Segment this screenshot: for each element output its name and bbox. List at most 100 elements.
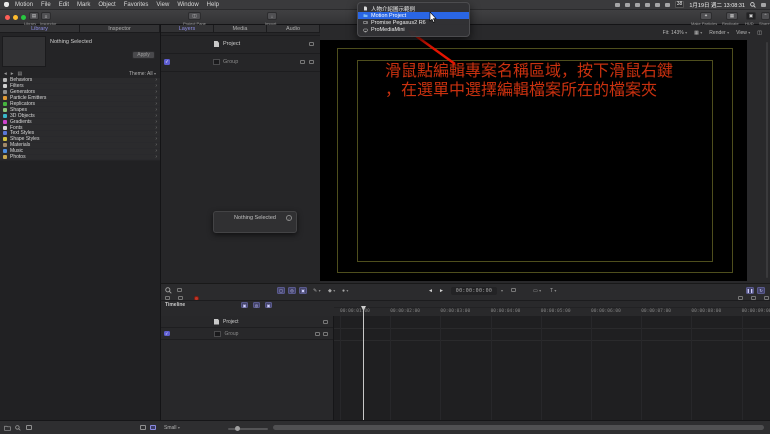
camera-column-icon[interactable] xyxy=(323,320,328,324)
zoom-window-button[interactable] xyxy=(21,15,26,20)
menu-item[interactable]: View xyxy=(156,2,169,8)
keyboard-icon[interactable] xyxy=(665,3,670,7)
menu-item[interactable]: File xyxy=(41,2,51,8)
menu-item[interactable]: Window xyxy=(177,2,198,8)
text-tool-dropdown[interactable]: T ▾ xyxy=(550,288,556,294)
camera-column-icon[interactable] xyxy=(309,42,314,46)
layers-project-row[interactable]: Project xyxy=(161,36,321,53)
show-video-tracks-icon[interactable]: ▣ xyxy=(241,302,248,308)
project-duration-icon[interactable] xyxy=(511,288,516,292)
close-window-button[interactable] xyxy=(5,15,10,20)
window-split-icon[interactable]: ◫ xyxy=(757,30,762,36)
show-audio-tracks-icon[interactable]: ◎ xyxy=(253,302,260,308)
icon-size-slider-track[interactable] xyxy=(228,428,268,430)
apply-button[interactable]: Apply xyxy=(132,51,155,59)
eject-icon[interactable] xyxy=(625,3,630,7)
flag-column-icon[interactable] xyxy=(315,332,320,336)
icon-view-toggle-icon[interactable] xyxy=(150,425,156,430)
zoom-tool-icon[interactable] xyxy=(165,287,172,294)
timecode-dropdown-caret[interactable]: ▾ xyxy=(501,288,503,294)
loop-playback-icon[interactable]: ↻ xyxy=(757,287,765,294)
search-icon[interactable] xyxy=(15,425,21,431)
library-category-row[interactable]: Photos › xyxy=(0,155,160,161)
timeline-project-row[interactable]: Project xyxy=(161,316,334,328)
tab-audio[interactable]: Audio xyxy=(267,25,320,32)
hud-button[interactable]: ▣ xyxy=(746,12,756,20)
minimize-window-button[interactable] xyxy=(13,15,18,20)
icon-size-slider-knob[interactable] xyxy=(235,426,240,431)
menu-bar-clock[interactable]: 1月19日 週二 13:08:31 xyxy=(689,1,745,9)
path-menu-item-file[interactable]: 人物介紹圖示範例 xyxy=(358,5,469,12)
menu-item[interactable]: Favorites xyxy=(124,2,149,8)
project-pane-button[interactable]: ◫ xyxy=(188,12,201,20)
menu-item[interactable]: Motion xyxy=(15,2,33,8)
playhead-line[interactable] xyxy=(363,306,364,420)
mirroring-icon[interactable] xyxy=(615,3,620,7)
display-icon[interactable] xyxy=(655,3,660,7)
list-view-icon[interactable]: ▤ xyxy=(18,71,23,77)
back-icon[interactable]: ◂ xyxy=(4,71,7,77)
apple-menu-icon[interactable] xyxy=(4,2,9,7)
tab-media[interactable]: Media xyxy=(214,25,267,32)
notification-center-icon[interactable] xyxy=(761,3,766,7)
tab-layers[interactable]: Layers xyxy=(161,25,214,32)
timeline-track-area[interactable] xyxy=(333,316,770,420)
forward-icon[interactable]: ▸ xyxy=(11,71,14,77)
group-activation-checkbox[interactable]: ✓ xyxy=(164,331,170,337)
list-view-toggle-icon[interactable] xyxy=(140,425,146,430)
channels-dropdown[interactable]: ▦ ▾ xyxy=(694,30,702,36)
path-menu-item-drive[interactable]: Promise Pegasus2 R6 xyxy=(358,19,469,26)
preview-toggle-icon[interactable] xyxy=(26,425,32,430)
import-button[interactable]: ↓ xyxy=(267,12,277,20)
render-dropdown[interactable]: Render ▾ xyxy=(709,30,729,36)
drop-shadow-tool[interactable]: ▣ xyxy=(299,287,307,294)
timeline-group-row[interactable]: ✓ Group xyxy=(161,328,334,340)
zoom-level-dropdown[interactable]: Fit: 143% ▾ xyxy=(663,30,688,36)
menu-item[interactable]: Help xyxy=(207,2,219,8)
replicate-button[interactable]: ▦ xyxy=(726,12,738,20)
rectangle-tool-dropdown[interactable]: ▭ ▾ xyxy=(533,288,541,294)
canvas-scrollbar[interactable] xyxy=(766,42,768,278)
share-button[interactable]: ⌃ xyxy=(761,12,770,20)
menu-item[interactable]: Edit xyxy=(59,2,69,8)
tab-inspector[interactable]: Inspector xyxy=(80,25,160,32)
timeline-horizontal-scrollbar[interactable] xyxy=(273,425,764,430)
icon-size-dropdown[interactable]: Small ▾ xyxy=(164,425,180,431)
menu-item[interactable]: Mark xyxy=(77,2,90,8)
pause-playback-icon[interactable]: ❚❚ xyxy=(746,287,754,294)
play-backward-icon[interactable]: ◄ xyxy=(428,288,433,294)
path-menu-item-folder[interactable]: Motion Project xyxy=(358,12,469,19)
view-dropdown[interactable]: View ▾ xyxy=(736,30,750,36)
hud-panel[interactable]: Nothing Selected i xyxy=(213,211,297,233)
layers-group-row[interactable]: ✓ Group xyxy=(161,54,321,71)
make-particles-button[interactable]: ✦ xyxy=(700,12,712,20)
ruler-timecode-label: 00:00:06:00 xyxy=(591,309,621,314)
pan-tool-icon[interactable] xyxy=(177,288,182,292)
mask-tool-dropdown[interactable]: ◆ ▾ xyxy=(328,288,335,294)
inspector-pane-button[interactable]: ≡ xyxy=(41,12,51,20)
camera-column-icon[interactable] xyxy=(309,60,314,64)
wifi-icon[interactable] xyxy=(645,3,650,7)
project-canvas[interactable]: 滑鼠點編輯專案名稱區域，按下滑鼠右鍵 ，在選單中選擇編輯檔案所在的檔案夾 xyxy=(320,40,747,281)
theme-filter-dropdown[interactable]: Theme: All ▾ xyxy=(129,71,156,77)
adjust-item-tool[interactable]: ▢ xyxy=(277,287,285,294)
play-forward-icon[interactable]: ► xyxy=(439,288,444,294)
group-activation-checkbox[interactable]: ✓ xyxy=(164,59,170,65)
library-preview-status: Nothing Selected xyxy=(50,39,92,45)
library-pane-button[interactable]: ▤ xyxy=(29,12,39,20)
updown-arrows-icon[interactable] xyxy=(635,3,640,7)
tab-library[interactable]: Library xyxy=(0,25,80,32)
path-menu-item-computer[interactable]: ProMediaMini xyxy=(358,27,469,34)
new-folder-icon[interactable] xyxy=(4,425,11,431)
menu-item[interactable]: Object xyxy=(98,2,115,8)
camera-column-icon[interactable] xyxy=(323,332,328,336)
current-timecode-display[interactable]: 00:00:00:00 xyxy=(451,287,497,295)
show-keyframes-icon[interactable]: ▣ xyxy=(265,302,272,308)
shape-tool-dropdown[interactable]: ● ▾ xyxy=(342,288,348,294)
transform-tool-dropdown[interactable]: ✎ ▾ xyxy=(313,288,321,294)
anchor-point-tool[interactable]: ◎ xyxy=(288,287,296,294)
spotlight-search-icon[interactable] xyxy=(750,2,756,8)
flag-column-icon[interactable] xyxy=(300,60,305,64)
info-icon[interactable]: i xyxy=(286,215,292,221)
input-source-badge[interactable]: 38 xyxy=(675,1,685,8)
